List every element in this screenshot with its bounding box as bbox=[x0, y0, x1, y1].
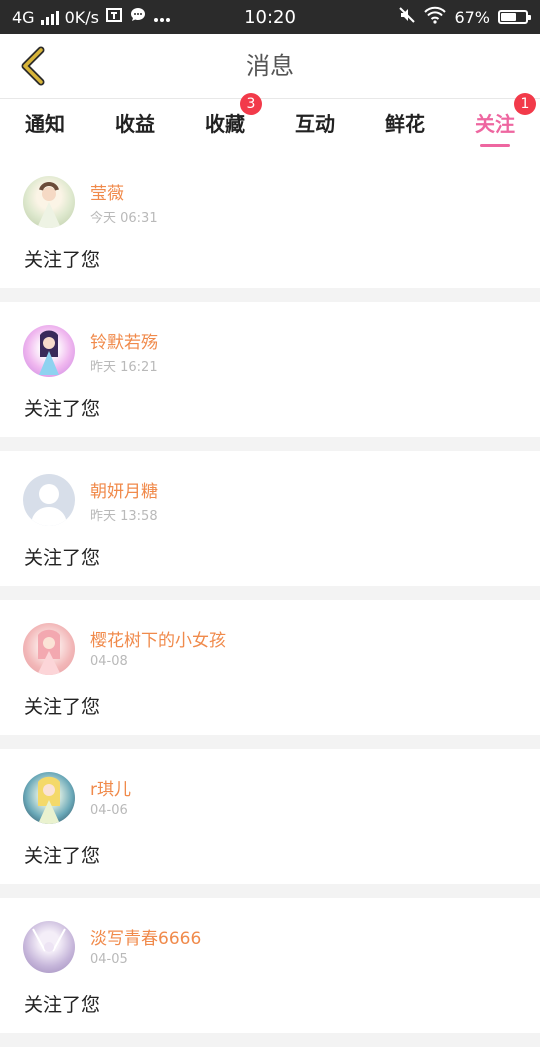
list-item[interactable]: 朝妍月糖 昨天 13:58 关注了您 bbox=[0, 451, 540, 586]
list-item[interactable]: r琪儿 04-06 关注了您 bbox=[0, 749, 540, 884]
message-text: 关注了您 bbox=[24, 994, 101, 1016]
timestamp: 04-06 bbox=[90, 803, 128, 818]
avatar[interactable] bbox=[23, 772, 75, 824]
battery-icon bbox=[498, 10, 531, 24]
back-arrow-icon bbox=[21, 46, 45, 86]
tab-label: 互动 bbox=[295, 112, 335, 136]
avatar[interactable] bbox=[23, 474, 75, 526]
list-item[interactable]: 淡写青春6666 04-05 关注了您 bbox=[0, 898, 540, 1033]
tab-label: 鲜花 bbox=[385, 112, 425, 136]
tab-favorites[interactable]: 收藏 3 bbox=[180, 93, 270, 153]
wifi-icon bbox=[424, 6, 447, 28]
tab-earnings[interactable]: 收益 bbox=[90, 99, 180, 153]
tab-badge: 1 bbox=[514, 93, 536, 115]
tab-notice[interactable]: 通知 bbox=[0, 99, 90, 153]
list-item[interactable]: 铃默若殇 昨天 16:21 关注了您 bbox=[0, 302, 540, 437]
battery-percent: 67% bbox=[454, 7, 490, 27]
timestamp: 昨天 16:21 bbox=[90, 360, 158, 375]
back-button[interactable] bbox=[10, 44, 54, 88]
follow-list: 莹薇 今天 06:31 关注了您 铃默若殇 昨天 16:21 关注了您 朝妍月糖… bbox=[0, 153, 540, 1047]
timestamp: 今天 06:31 bbox=[90, 211, 158, 226]
user-name[interactable]: r琪儿 bbox=[90, 775, 131, 800]
list-item[interactable]: 樱花树下的小女孩 04-08 关注了您 bbox=[0, 600, 540, 735]
battery-fill bbox=[501, 13, 516, 21]
message-text: 关注了您 bbox=[24, 547, 101, 569]
tab-flowers[interactable]: 鲜花 bbox=[360, 99, 450, 153]
avatar[interactable] bbox=[23, 921, 75, 973]
active-tab-indicator bbox=[480, 144, 510, 147]
tab-label: 收益 bbox=[115, 112, 155, 136]
default-avatar-icon bbox=[31, 484, 67, 526]
message-text: 关注了您 bbox=[24, 845, 101, 867]
avatar[interactable] bbox=[23, 176, 75, 228]
tab-badge: 3 bbox=[240, 93, 262, 115]
user-name[interactable]: 铃默若殇 bbox=[90, 328, 158, 353]
user-name[interactable]: 樱花树下的小女孩 bbox=[90, 626, 226, 651]
header: 消息 bbox=[0, 34, 540, 98]
tab-label: 收藏 bbox=[205, 112, 245, 136]
timestamp: 04-08 bbox=[90, 654, 128, 669]
status-right: 67% bbox=[398, 0, 531, 34]
page-title: 消息 bbox=[246, 52, 294, 80]
tab-bar: 通知 收益 收藏 3 互动 鲜花 关注 1 bbox=[0, 93, 540, 153]
list-item[interactable]: 莹薇 今天 06:31 关注了您 bbox=[0, 153, 540, 288]
mute-icon bbox=[398, 6, 416, 28]
message-text: 关注了您 bbox=[24, 249, 101, 271]
avatar[interactable] bbox=[23, 325, 75, 377]
user-name[interactable]: 淡写青春6666 bbox=[90, 924, 201, 949]
tab-follow[interactable]: 关注 1 bbox=[450, 93, 540, 153]
message-text: 关注了您 bbox=[24, 398, 101, 420]
message-text: 关注了您 bbox=[24, 696, 101, 718]
timestamp: 昨天 13:58 bbox=[90, 509, 158, 524]
avatar[interactable] bbox=[23, 623, 75, 675]
user-name[interactable]: 朝妍月糖 bbox=[90, 477, 158, 502]
status-bar: 4G 0K/s 10:20 67% bbox=[0, 0, 540, 34]
tab-label: 通知 bbox=[25, 112, 65, 136]
tab-label: 关注 bbox=[475, 112, 515, 136]
tab-interact[interactable]: 互动 bbox=[270, 99, 360, 153]
user-name[interactable]: 莹薇 bbox=[90, 179, 124, 204]
